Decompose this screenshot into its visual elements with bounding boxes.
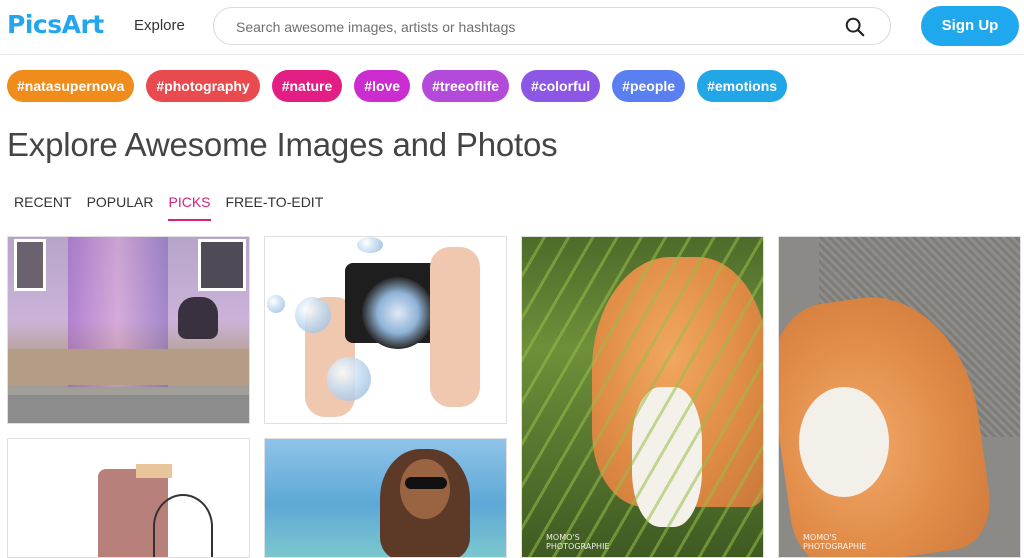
bottle-cap-shape [136, 464, 172, 478]
tab-recent[interactable]: RECENT [14, 194, 72, 216]
search-bar[interactable] [213, 7, 891, 45]
bubble-shape [267, 295, 285, 313]
stone-wall-decoration [8, 349, 249, 385]
face-shape [400, 459, 450, 519]
bubble-shape [327, 357, 371, 401]
sunglasses-shape [405, 477, 447, 489]
skater-figure [178, 297, 218, 339]
hashtag-chip[interactable]: #treeoflife [422, 70, 510, 102]
hand-shape [430, 247, 480, 407]
tab-popular[interactable]: POPULAR [87, 194, 154, 216]
filter-tabs: RECENT POPULAR PICKS FREE-TO-EDIT [14, 194, 324, 221]
nav-explore-link[interactable]: Explore [134, 17, 185, 34]
watermark-line: MOMO'S [803, 533, 837, 542]
gallery-image-camera-bubble[interactable] [264, 236, 507, 424]
photo-watermark: MOMO'S PHOTOGRAPHIE [546, 533, 609, 551]
gallery-image-beach-portrait[interactable] [264, 438, 507, 558]
hashtag-chip[interactable]: #natasupernova [7, 70, 135, 102]
cat-belly-shape [799, 387, 889, 497]
gallery-image-cat-grass[interactable]: MOMO'S PHOTOGRAPHIE [521, 236, 764, 558]
hashtag-chip[interactable]: #colorful [521, 70, 601, 102]
window-decoration [14, 239, 46, 291]
window-decoration [198, 239, 246, 291]
grass-overlay [522, 237, 763, 557]
hashtag-list: #natasupernova #photography #nature #lov… [7, 70, 788, 102]
road-decoration [8, 395, 249, 423]
hashtag-chip[interactable]: #nature [271, 70, 343, 102]
watermark-line: MOMO'S [546, 533, 580, 542]
hashtag-chip[interactable]: #emotions [697, 70, 788, 102]
sketch-head-shape [153, 494, 213, 557]
watermark-line: PHOTOGRAPHIE [803, 542, 867, 551]
photo-watermark: MOMO'S PHOTOGRAPHIE [803, 533, 866, 551]
tab-free-to-edit[interactable]: FREE-TO-EDIT [226, 194, 324, 216]
hashtag-chip[interactable]: #love [354, 70, 411, 102]
gallery-image-skater[interactable] [7, 236, 250, 424]
hashtag-chip[interactable]: #people [612, 70, 686, 102]
picsart-logo[interactable]: PicsArt [7, 10, 104, 39]
search-icon[interactable] [844, 16, 866, 38]
bubble-shape [295, 297, 331, 333]
search-input[interactable] [236, 17, 836, 37]
tab-picks[interactable]: PICKS [168, 194, 211, 221]
hashtag-chip[interactable]: #photography [146, 70, 260, 102]
watermark-line: PHOTOGRAPHIE [546, 542, 610, 551]
bubble-shape [357, 237, 383, 253]
page-title: Explore Awesome Images and Photos [7, 126, 558, 163]
top-header: PicsArt Explore Sign Up [0, 0, 1024, 55]
signup-button[interactable]: Sign Up [921, 6, 1019, 46]
gallery-image-cat-rolling[interactable]: MOMO'S PHOTOGRAPHIE [778, 236, 1021, 558]
bubble-lens-shape [362, 277, 434, 349]
gallery-image-sketch[interactable] [7, 438, 250, 558]
